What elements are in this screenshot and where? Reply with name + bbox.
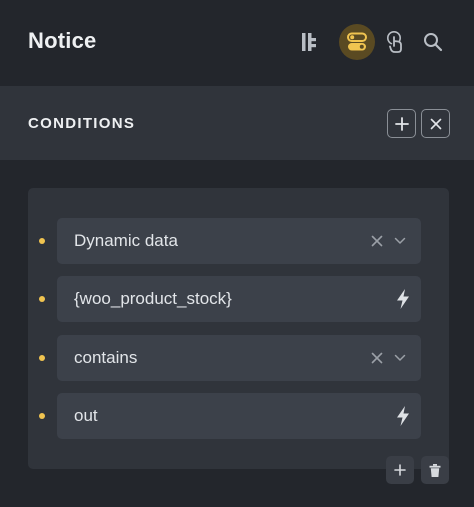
panel-title: Notice (28, 28, 97, 53)
condition-value-input[interactable]: out (57, 393, 421, 439)
condition-card: Dynamic data {woo_product_stock} contain… (28, 188, 449, 469)
condition-row-value: out (28, 393, 449, 439)
dynamic-data-value: {woo_product_stock} (74, 289, 232, 308)
clear-icon[interactable] (367, 231, 387, 251)
pointer-interaction-icon[interactable] (378, 24, 414, 60)
condition-value-text: out (74, 406, 98, 425)
structure-icon[interactable] (291, 24, 327, 60)
lightning-bolt-icon[interactable] (393, 289, 413, 309)
delete-condition-button[interactable] (421, 456, 449, 484)
dynamic-data-input[interactable]: {woo_product_stock} (57, 276, 421, 322)
conditions-title: CONDITIONS (28, 115, 136, 132)
toggle-settings-icon[interactable] (339, 24, 375, 60)
condition-type-select[interactable]: Dynamic data (57, 218, 421, 264)
plus-icon (394, 116, 409, 131)
compare-operator-value: contains (74, 348, 138, 367)
close-conditions-button[interactable] (421, 109, 450, 138)
chevron-down-icon[interactable] (390, 231, 410, 251)
condition-type-value: Dynamic data (74, 231, 178, 250)
lightning-bolt-icon[interactable] (393, 406, 413, 426)
panel-header: Notice (0, 0, 474, 86)
compare-operator-select[interactable]: contains (57, 335, 421, 381)
close-icon (430, 118, 441, 129)
row-bullet (39, 355, 45, 361)
chevron-down-icon[interactable] (390, 348, 410, 368)
condition-row-tag: {woo_product_stock} (28, 276, 449, 322)
clear-icon[interactable] (367, 348, 387, 368)
condition-row-key: Dynamic data (28, 218, 449, 264)
plus-icon (394, 464, 406, 476)
conditions-section-header: CONDITIONS (0, 86, 474, 160)
trash-icon (429, 463, 441, 477)
row-bullet (39, 413, 45, 419)
add-condition-button[interactable] (386, 456, 414, 484)
add-condition-group-button[interactable] (387, 109, 416, 138)
condition-row-compare: contains (28, 335, 449, 381)
search-icon[interactable] (415, 24, 451, 60)
row-bullet (39, 296, 45, 302)
row-bullet (39, 238, 45, 244)
